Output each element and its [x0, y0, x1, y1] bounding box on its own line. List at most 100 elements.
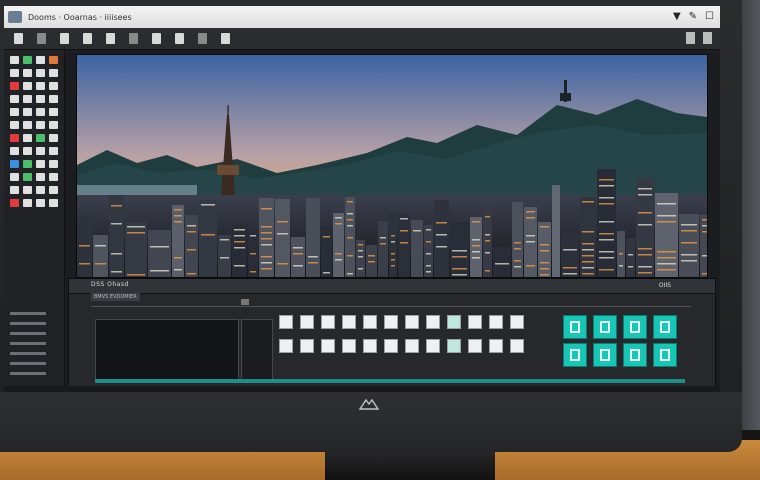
pad-button[interactable] [426, 339, 440, 353]
close-icon[interactable]: ☐ [705, 10, 714, 24]
color-swatch[interactable] [10, 199, 19, 207]
color-swatch[interactable] [36, 108, 45, 116]
pad-button[interactable] [447, 315, 461, 329]
accent-pad-button[interactable] [653, 343, 677, 367]
slider[interactable] [10, 352, 46, 355]
preview-pane[interactable] [95, 319, 239, 383]
pad-button[interactable] [279, 339, 293, 353]
color-swatch[interactable] [10, 56, 19, 64]
color-swatch[interactable] [10, 160, 19, 168]
tool-3[interactable] [60, 33, 69, 44]
pad-button[interactable] [510, 339, 524, 353]
pad-button[interactable] [510, 315, 524, 329]
preview-side-pane[interactable] [241, 319, 273, 383]
pad-button[interactable] [489, 315, 503, 329]
image-viewport[interactable] [76, 54, 708, 278]
tool-10[interactable] [221, 33, 230, 44]
pad-button[interactable] [468, 339, 482, 353]
panel-subtitle[interactable]: BMVS EVDOMIER [91, 293, 140, 301]
color-swatch[interactable] [10, 134, 19, 142]
slider[interactable] [10, 372, 46, 375]
color-swatch[interactable] [49, 108, 58, 116]
color-swatch[interactable] [36, 147, 45, 155]
color-swatch[interactable] [23, 173, 32, 181]
slider[interactable] [10, 312, 46, 315]
pad-button[interactable] [279, 315, 293, 329]
color-swatch[interactable] [49, 82, 58, 90]
slider[interactable] [10, 332, 46, 335]
pad-button[interactable] [342, 315, 356, 329]
slider[interactable] [10, 342, 46, 345]
color-swatch[interactable] [23, 186, 32, 194]
pad-button[interactable] [384, 339, 398, 353]
color-swatch[interactable] [49, 56, 58, 64]
color-swatch[interactable] [36, 69, 45, 77]
pad-button[interactable] [300, 315, 314, 329]
pad-button[interactable] [405, 315, 419, 329]
color-swatch[interactable] [23, 134, 32, 142]
color-swatch[interactable] [36, 160, 45, 168]
pad-button[interactable] [468, 315, 482, 329]
color-swatch[interactable] [10, 69, 19, 77]
color-swatch[interactable] [36, 95, 45, 103]
accent-pad-button[interactable] [563, 343, 587, 367]
tool-4[interactable] [83, 33, 92, 44]
tool-8[interactable] [175, 33, 184, 44]
accent-pad-button[interactable] [593, 343, 617, 367]
color-swatch[interactable] [49, 95, 58, 103]
color-swatch[interactable] [10, 82, 19, 90]
tool-1[interactable] [14, 33, 23, 44]
color-swatch[interactable] [36, 186, 45, 194]
color-swatch[interactable] [10, 121, 19, 129]
slider[interactable] [10, 322, 46, 325]
accent-pad-button[interactable] [593, 315, 617, 339]
accent-pad-button[interactable] [563, 315, 587, 339]
tool-5[interactable] [106, 33, 115, 44]
accent-pad-button[interactable] [623, 343, 647, 367]
pen-icon[interactable]: ✎ [689, 10, 697, 24]
timeline-scrollbar[interactable] [95, 379, 685, 383]
marker-icon[interactable] [241, 299, 249, 305]
color-swatch[interactable] [49, 134, 58, 142]
color-swatch[interactable] [49, 121, 58, 129]
color-swatch[interactable] [36, 56, 45, 64]
panel-toggle-icon[interactable] [686, 32, 695, 44]
color-swatch[interactable] [10, 186, 19, 194]
color-swatch[interactable] [10, 108, 19, 116]
accent-pad-button[interactable] [653, 315, 677, 339]
tool-7[interactable] [152, 33, 161, 44]
color-swatch[interactable] [36, 173, 45, 181]
color-swatch[interactable] [10, 147, 19, 155]
color-swatch[interactable] [10, 95, 19, 103]
color-swatch[interactable] [49, 147, 58, 155]
color-swatch[interactable] [49, 199, 58, 207]
pad-button[interactable] [447, 339, 461, 353]
pad-button[interactable] [426, 315, 440, 329]
color-swatch[interactable] [49, 173, 58, 181]
pad-button[interactable] [321, 315, 335, 329]
color-swatch[interactable] [49, 69, 58, 77]
color-swatch[interactable] [36, 121, 45, 129]
pad-button[interactable] [321, 339, 335, 353]
color-swatch[interactable] [36, 199, 45, 207]
tool-9[interactable] [198, 33, 207, 44]
pad-button[interactable] [489, 339, 503, 353]
color-swatch[interactable] [23, 108, 32, 116]
color-swatch[interactable] [23, 82, 32, 90]
color-swatch[interactable] [36, 134, 45, 142]
color-swatch[interactable] [23, 121, 32, 129]
pad-button[interactable] [342, 339, 356, 353]
pad-button[interactable] [300, 339, 314, 353]
color-swatch[interactable] [23, 199, 32, 207]
accent-pad-button[interactable] [623, 315, 647, 339]
color-swatch[interactable] [49, 186, 58, 194]
pad-button[interactable] [363, 339, 377, 353]
color-swatch[interactable] [10, 173, 19, 181]
color-swatch[interactable] [23, 160, 32, 168]
color-swatch[interactable] [23, 69, 32, 77]
slider[interactable] [10, 362, 46, 365]
color-swatch[interactable] [23, 95, 32, 103]
color-swatch[interactable] [36, 82, 45, 90]
pad-button[interactable] [363, 315, 377, 329]
pad-button[interactable] [405, 339, 419, 353]
